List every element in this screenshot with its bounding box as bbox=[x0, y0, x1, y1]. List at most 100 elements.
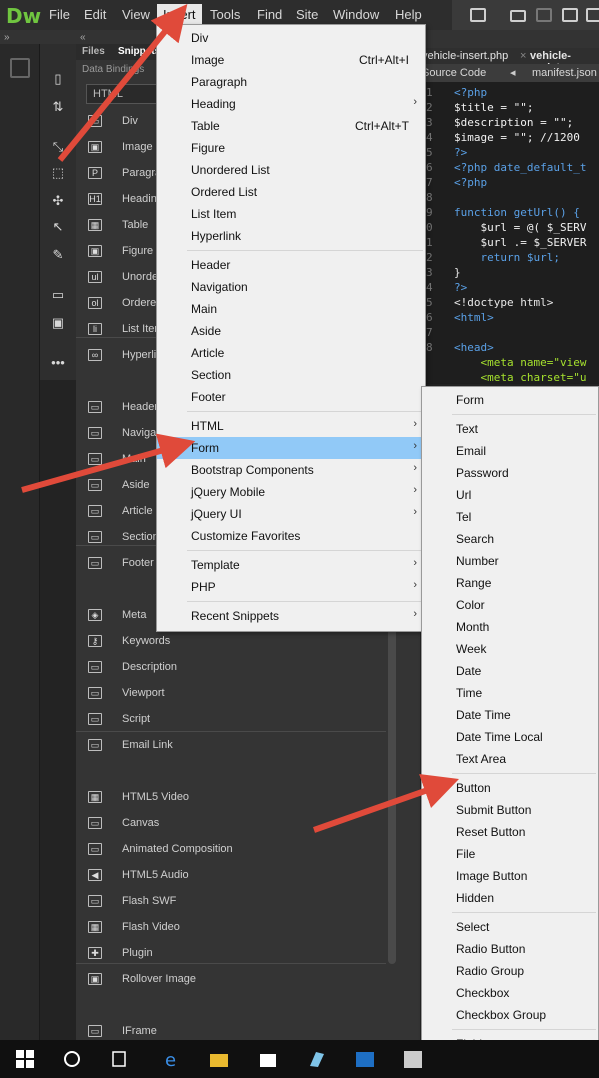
comment-icon[interactable]: ▭ bbox=[50, 288, 66, 302]
insert-menu-item-heading[interactable]: Heading › bbox=[157, 93, 425, 115]
form-menu-item-submit-button[interactable]: Submit Button bbox=[422, 799, 598, 821]
insert-menu-item-recent-snippets[interactable]: Recent Snippets › bbox=[157, 605, 425, 627]
form-menu-item-image-button[interactable]: Image Button bbox=[422, 865, 598, 887]
dom-icon[interactable] bbox=[10, 58, 30, 78]
image-comment-icon[interactable]: ▣ bbox=[50, 316, 66, 330]
form-menu-item-radio-group[interactable]: Radio Group bbox=[422, 960, 598, 982]
form-menu-item-radio-button[interactable]: Radio Button bbox=[422, 938, 598, 960]
close-tab-icon[interactable]: × bbox=[520, 50, 526, 62]
category-select[interactable]: HTML bbox=[86, 84, 166, 104]
menu-tools[interactable]: Tools bbox=[210, 7, 240, 22]
pointer-icon[interactable]: ↖ bbox=[50, 220, 66, 234]
app-icon[interactable] bbox=[308, 1050, 326, 1068]
insert-menu-item-unordered-list[interactable]: Unordered List bbox=[157, 159, 425, 181]
open-folder-icon[interactable] bbox=[510, 10, 526, 22]
form-menu-item-number[interactable]: Number bbox=[422, 550, 598, 572]
insert-menu-item-ordered-list[interactable]: Ordered List bbox=[157, 181, 425, 203]
form-menu-item-email[interactable]: Email bbox=[422, 440, 598, 462]
sort-icon[interactable]: ⇅ bbox=[50, 100, 66, 114]
form-menu-item-select[interactable]: Select bbox=[422, 916, 598, 938]
file-icon[interactable]: ▯ bbox=[50, 72, 66, 86]
insert-menu-item-main[interactable]: Main bbox=[157, 298, 425, 320]
form-menu-item-hidden[interactable]: Hidden bbox=[422, 887, 598, 909]
form-menu-item-text[interactable]: Text bbox=[422, 418, 598, 440]
menu-item-label: Color bbox=[456, 598, 485, 612]
form-menu-item-color[interactable]: Color bbox=[422, 594, 598, 616]
task-view-icon[interactable] bbox=[110, 1050, 128, 1068]
more-icon[interactable]: ••• bbox=[50, 356, 66, 370]
insert-menu-item-hyperlink[interactable]: Hyperlink bbox=[157, 225, 425, 247]
tab-vehicle-insert[interactable]: vehicle-insert.php bbox=[422, 50, 508, 62]
menu-help[interactable]: Help bbox=[395, 7, 422, 22]
form-menu-item-date[interactable]: Date bbox=[422, 660, 598, 682]
insert-menu-item-image[interactable]: Image Ctrl+Alt+I bbox=[157, 49, 425, 71]
menu-edit[interactable]: Edit bbox=[84, 7, 106, 22]
menu-find[interactable]: Find bbox=[257, 7, 282, 22]
select-icon[interactable]: ⬚ bbox=[50, 166, 66, 180]
insert-menu-item-table[interactable]: Table Ctrl+Alt+T bbox=[157, 115, 425, 137]
form-menu-item-tel[interactable]: Tel bbox=[422, 506, 598, 528]
new-file-icon[interactable] bbox=[470, 8, 486, 22]
menu-site[interactable]: Site bbox=[296, 7, 318, 22]
insert-menu-item-bootstrap-components[interactable]: Bootstrap Components › bbox=[157, 459, 425, 481]
insert-menu-item-php[interactable]: PHP › bbox=[157, 576, 425, 598]
toolbar-icons bbox=[452, 0, 599, 30]
insert-menu-item-form[interactable]: Form › bbox=[157, 437, 425, 459]
form-menu-item-checkbox-group[interactable]: Checkbox Group bbox=[422, 1004, 598, 1026]
calculator-icon[interactable] bbox=[404, 1050, 422, 1068]
form-menu-item-reset-button[interactable]: Reset Button bbox=[422, 821, 598, 843]
upload-icon[interactable] bbox=[562, 8, 578, 22]
insert-menu-item-customize-favorites[interactable]: Customize Favorites bbox=[157, 525, 425, 547]
form-menu-item-search[interactable]: Search bbox=[422, 528, 598, 550]
form-menu-item-date-time[interactable]: Date Time bbox=[422, 704, 598, 726]
file-explorer-icon[interactable] bbox=[210, 1050, 228, 1068]
menu-file[interactable]: File bbox=[49, 7, 70, 22]
brush-icon[interactable]: ✎ bbox=[50, 248, 66, 262]
insert-menu-item-article[interactable]: Article bbox=[157, 342, 425, 364]
insert-menu-item-html[interactable]: HTML › bbox=[157, 415, 425, 437]
windows-start-icon[interactable] bbox=[16, 1050, 34, 1068]
insert-menu-item-paragraph[interactable]: Paragraph bbox=[157, 71, 425, 93]
source-code-tab[interactable]: Source Code bbox=[422, 67, 486, 79]
insert-menu-item-list-item[interactable]: List Item bbox=[157, 203, 425, 225]
insert-menu-item-jquery-ui[interactable]: jQuery UI › bbox=[157, 503, 425, 525]
sync-icon[interactable] bbox=[586, 8, 599, 22]
edge-icon[interactable]: e bbox=[163, 1050, 181, 1071]
form-menu-item-range[interactable]: Range bbox=[422, 572, 598, 594]
insert-menu-item-section[interactable]: Section bbox=[157, 364, 425, 386]
collapse-icon[interactable]: » bbox=[4, 32, 10, 43]
form-menu-item-url[interactable]: Url bbox=[422, 484, 598, 506]
nav-left-icon[interactable]: ◂ bbox=[510, 66, 516, 79]
insert-menu-item-figure[interactable]: Figure bbox=[157, 137, 425, 159]
form-menu-item-file[interactable]: File bbox=[422, 843, 598, 865]
menu-window[interactable]: Window bbox=[333, 7, 379, 22]
form-menu-item-time[interactable]: Time bbox=[422, 682, 598, 704]
insert-menu-item-template[interactable]: Template › bbox=[157, 554, 425, 576]
manifest-tab[interactable]: manifest.json bbox=[532, 67, 597, 79]
form-menu-item-form[interactable]: Form bbox=[422, 389, 598, 411]
menu-insert[interactable]: Insert bbox=[157, 4, 202, 26]
insert-menu-item-aside[interactable]: Aside bbox=[157, 320, 425, 342]
expand-icon[interactable]: ⤡ bbox=[50, 140, 66, 154]
download-icon[interactable] bbox=[536, 8, 552, 22]
form-menu-item-date-time-local[interactable]: Date Time Local bbox=[422, 726, 598, 748]
form-menu-item-password[interactable]: Password bbox=[422, 462, 598, 484]
search-icon[interactable] bbox=[63, 1050, 81, 1068]
resize-icon[interactable]: ✣ bbox=[50, 194, 66, 208]
form-menu-item-button[interactable]: Button bbox=[422, 777, 598, 799]
insert-menu-item-jquery-mobile[interactable]: jQuery Mobile › bbox=[157, 481, 425, 503]
form-menu-item-text-area[interactable]: Text Area bbox=[422, 748, 598, 770]
form-menu-item-checkbox[interactable]: Checkbox bbox=[422, 982, 598, 1004]
collapse-panel-icon[interactable]: « bbox=[80, 32, 86, 43]
outlook-icon[interactable] bbox=[356, 1050, 374, 1068]
insert-menu-item-footer[interactable]: Footer bbox=[157, 386, 425, 408]
store-icon[interactable] bbox=[259, 1050, 277, 1068]
insert-menu-item-navigation[interactable]: Navigation bbox=[157, 276, 425, 298]
insert-menu-item-div[interactable]: Div bbox=[157, 27, 425, 49]
tab-snippets[interactable]: Snippets bbox=[118, 46, 160, 57]
insert-menu-item-header[interactable]: Header bbox=[157, 254, 425, 276]
menu-view[interactable]: View bbox=[122, 7, 150, 22]
form-menu-item-month[interactable]: Month bbox=[422, 616, 598, 638]
tab-files[interactable]: Files bbox=[82, 46, 105, 57]
form-menu-item-week[interactable]: Week bbox=[422, 638, 598, 660]
